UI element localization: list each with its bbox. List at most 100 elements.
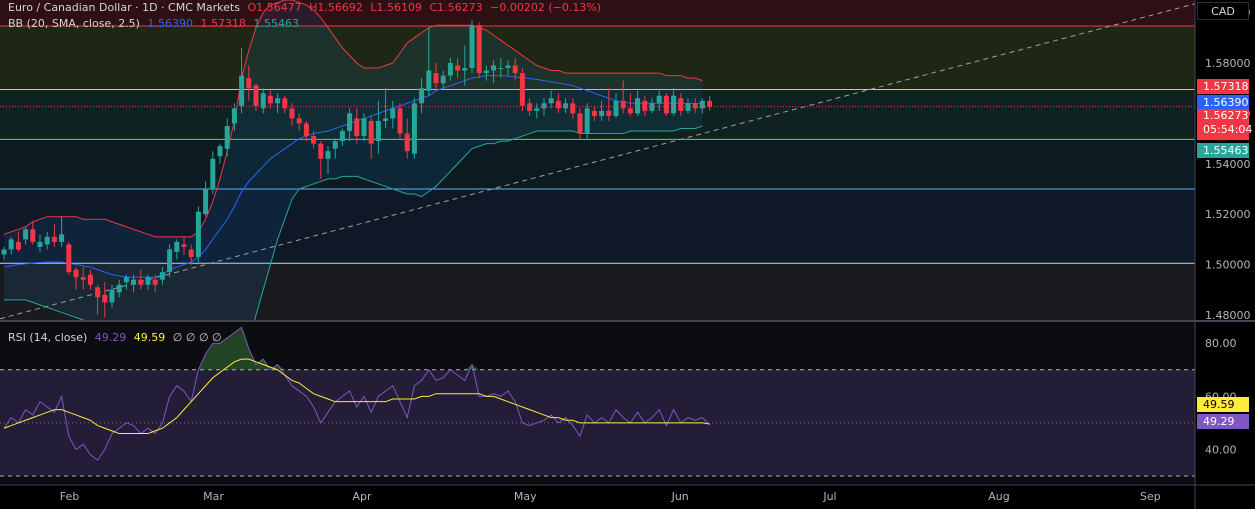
candle-body <box>231 108 237 124</box>
candle[interactable] <box>411 98 417 159</box>
candle-body <box>152 279 158 285</box>
candle-body <box>66 244 72 273</box>
ohlc-high: H1.56692 <box>309 1 363 14</box>
time-tick-label: Jun <box>671 490 689 503</box>
bb-lower-badge: 1.55463 <box>1197 143 1249 158</box>
candle-body <box>246 78 252 89</box>
candle[interactable] <box>397 103 403 139</box>
price-tick-label: 1.48000 <box>1205 309 1251 322</box>
candle-body <box>102 294 108 303</box>
last-price: 1.56273 <box>1203 109 1249 122</box>
candle-body <box>210 158 216 189</box>
candle[interactable] <box>519 68 525 111</box>
rsi-value: 49.29 <box>94 331 127 344</box>
rsi-ma-badge: 49.59 <box>1197 397 1249 412</box>
candle-body <box>433 73 439 84</box>
rsi-pane[interactable] <box>0 322 1195 484</box>
candle-body <box>555 100 561 109</box>
candle-body <box>224 125 230 149</box>
candle-body <box>37 241 43 247</box>
bb-mid-badge: 1.56390 <box>1197 95 1249 110</box>
candle-body <box>570 103 576 114</box>
candle-body <box>296 118 302 124</box>
candle-body <box>426 70 432 91</box>
candle[interactable] <box>66 241 72 275</box>
bb-legend[interactable]: BB (20, SMA, close, 2.5) 1.56390 1.57318… <box>8 17 303 31</box>
candle-body <box>534 108 540 111</box>
candle-body <box>527 103 533 111</box>
candle-body <box>267 95 273 104</box>
symbol-legend[interactable]: Euro / Canadian Dollar · 1D · CMC Market… <box>8 1 605 15</box>
ohlc-open: O1.56477 <box>247 1 302 14</box>
candle-body <box>332 141 338 149</box>
price-pane[interactable] <box>0 0 1196 374</box>
candle-body <box>671 95 677 114</box>
candle-body <box>635 98 641 114</box>
bb-lower-value: 1.55463 <box>253 17 299 30</box>
candle-body <box>123 277 129 283</box>
rsi-badge: 49.29 <box>1197 414 1249 429</box>
candle[interactable] <box>584 103 590 139</box>
candle-body <box>519 73 525 106</box>
candle-body <box>289 108 295 119</box>
candle-body <box>1 249 7 255</box>
candle-body <box>159 272 165 280</box>
candle-body <box>649 103 655 111</box>
candle[interactable] <box>663 93 669 116</box>
candle-body <box>563 103 569 109</box>
candle-body <box>375 120 381 142</box>
candle-body <box>591 110 597 116</box>
candle-body <box>318 143 324 159</box>
currency-button[interactable]: CAD <box>1197 2 1249 20</box>
candle-body <box>462 68 468 71</box>
candle-body <box>483 70 489 74</box>
candle-body <box>411 103 417 154</box>
candle-body <box>282 98 288 109</box>
time-tick-label: May <box>514 490 537 503</box>
candle-body <box>678 98 684 111</box>
candle-body <box>325 151 331 159</box>
chart-canvas[interactable]: 1.600001.580001.560001.540001.520001.500… <box>0 0 1255 509</box>
rsi-ma-value: 49.59 <box>133 331 166 344</box>
time-tick-label: Feb <box>60 490 79 503</box>
rsi-tick-label: 40.00 <box>1205 443 1237 456</box>
ohlc-low: L1.56109 <box>370 1 422 14</box>
candle[interactable] <box>195 206 201 263</box>
candle[interactable] <box>469 20 475 74</box>
time-tick-label: Sep <box>1140 490 1161 503</box>
bb-upper-value: 1.57318 <box>200 17 246 30</box>
time-tick-label: Mar <box>203 490 224 503</box>
candle-body <box>505 65 511 69</box>
rsi-extra-values: ∅ ∅ ∅ ∅ <box>172 331 222 344</box>
candle-body <box>80 277 86 280</box>
bb-label[interactable]: BB (20, SMA, close, 2.5) <box>8 17 140 30</box>
bb-upper-badge: 1.57318 <box>1197 79 1249 94</box>
time-tick-label: Jul <box>822 490 836 503</box>
time-tick-label: Aug <box>988 490 1009 503</box>
candle-body <box>491 65 497 71</box>
candle[interactable] <box>476 22 482 79</box>
candle-body <box>303 123 309 137</box>
ohlc-change: −0.00202 (−0.13%) <box>490 1 602 14</box>
candle-body <box>95 287 101 298</box>
candle-body <box>260 93 266 109</box>
candle-body <box>195 211 201 258</box>
price-tick-label: 1.54000 <box>1205 158 1251 171</box>
candle-body <box>548 98 554 104</box>
candle-body <box>541 103 547 109</box>
candle-body <box>692 103 698 109</box>
candle-body <box>167 249 173 273</box>
rsi-legend[interactable]: RSI (14, close) 49.29 49.59 ∅ ∅ ∅ ∅ <box>8 331 226 345</box>
candle-body <box>30 229 36 242</box>
rsi-tick-label: 80.00 <box>1205 337 1237 350</box>
candle-body <box>404 133 410 152</box>
price-tick-label: 1.58000 <box>1205 57 1251 70</box>
candle-body <box>663 95 669 114</box>
candle-body <box>253 85 259 106</box>
candle-body <box>8 239 14 250</box>
candle-body <box>87 274 93 285</box>
symbol-title[interactable]: Euro / Canadian Dollar · 1D · CMC Market… <box>8 1 240 14</box>
candle-body <box>613 100 619 116</box>
rsi-label[interactable]: RSI (14, close) <box>8 331 87 344</box>
bar-countdown: 05:54:04 <box>1203 123 1253 136</box>
